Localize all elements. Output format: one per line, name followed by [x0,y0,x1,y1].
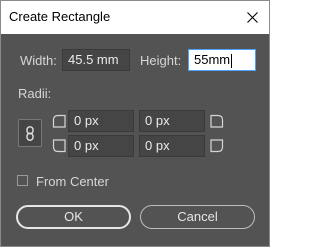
height-field[interactable]: 55mm [188,49,256,71]
bottom-left-radius-value: 0 px [74,138,99,153]
link-radii-button[interactable] [18,119,42,147]
top-right-radius-value: 0 px [145,113,170,128]
top-left-radius-value: 0 px [74,113,99,128]
ok-button[interactable]: OK [16,205,131,229]
dialog-title: Create Rectangle [9,9,111,24]
bottom-left-radius-field[interactable]: 0 px [68,135,134,157]
close-icon [247,12,258,23]
width-label: Width: [20,53,57,68]
top-left-corner-icon [52,114,66,128]
height-label: Height: [140,53,182,68]
top-right-radius-field[interactable]: 0 px [139,110,205,132]
text-caret [231,53,233,68]
bottom-right-radius-value: 0 px [145,138,170,153]
title-bar[interactable]: Create Rectangle [1,1,269,34]
dialog-content: Width: 45.5 mm Height: 55mm Radii: 0 px … [1,34,269,246]
width-value: 45.5 mm [68,52,119,67]
radii-label: Radii: [18,86,52,101]
height-value: 55mm [194,52,231,67]
bottom-right-corner-icon [210,139,224,153]
from-center-label[interactable]: From Center [36,174,109,189]
close-button[interactable] [236,1,269,34]
top-right-corner-icon [210,114,224,128]
bottom-right-radius-field[interactable]: 0 px [139,135,205,157]
width-field[interactable]: 45.5 mm [62,49,130,71]
top-left-radius-field[interactable]: 0 px [68,110,134,132]
cancel-button[interactable]: Cancel [140,205,255,229]
create-rectangle-dialog: Create Rectangle Width: 45.5 mm Height: … [0,0,270,247]
chain-link-icon [26,126,34,141]
from-center-checkbox[interactable] [17,175,28,186]
bottom-left-corner-icon [52,139,66,153]
